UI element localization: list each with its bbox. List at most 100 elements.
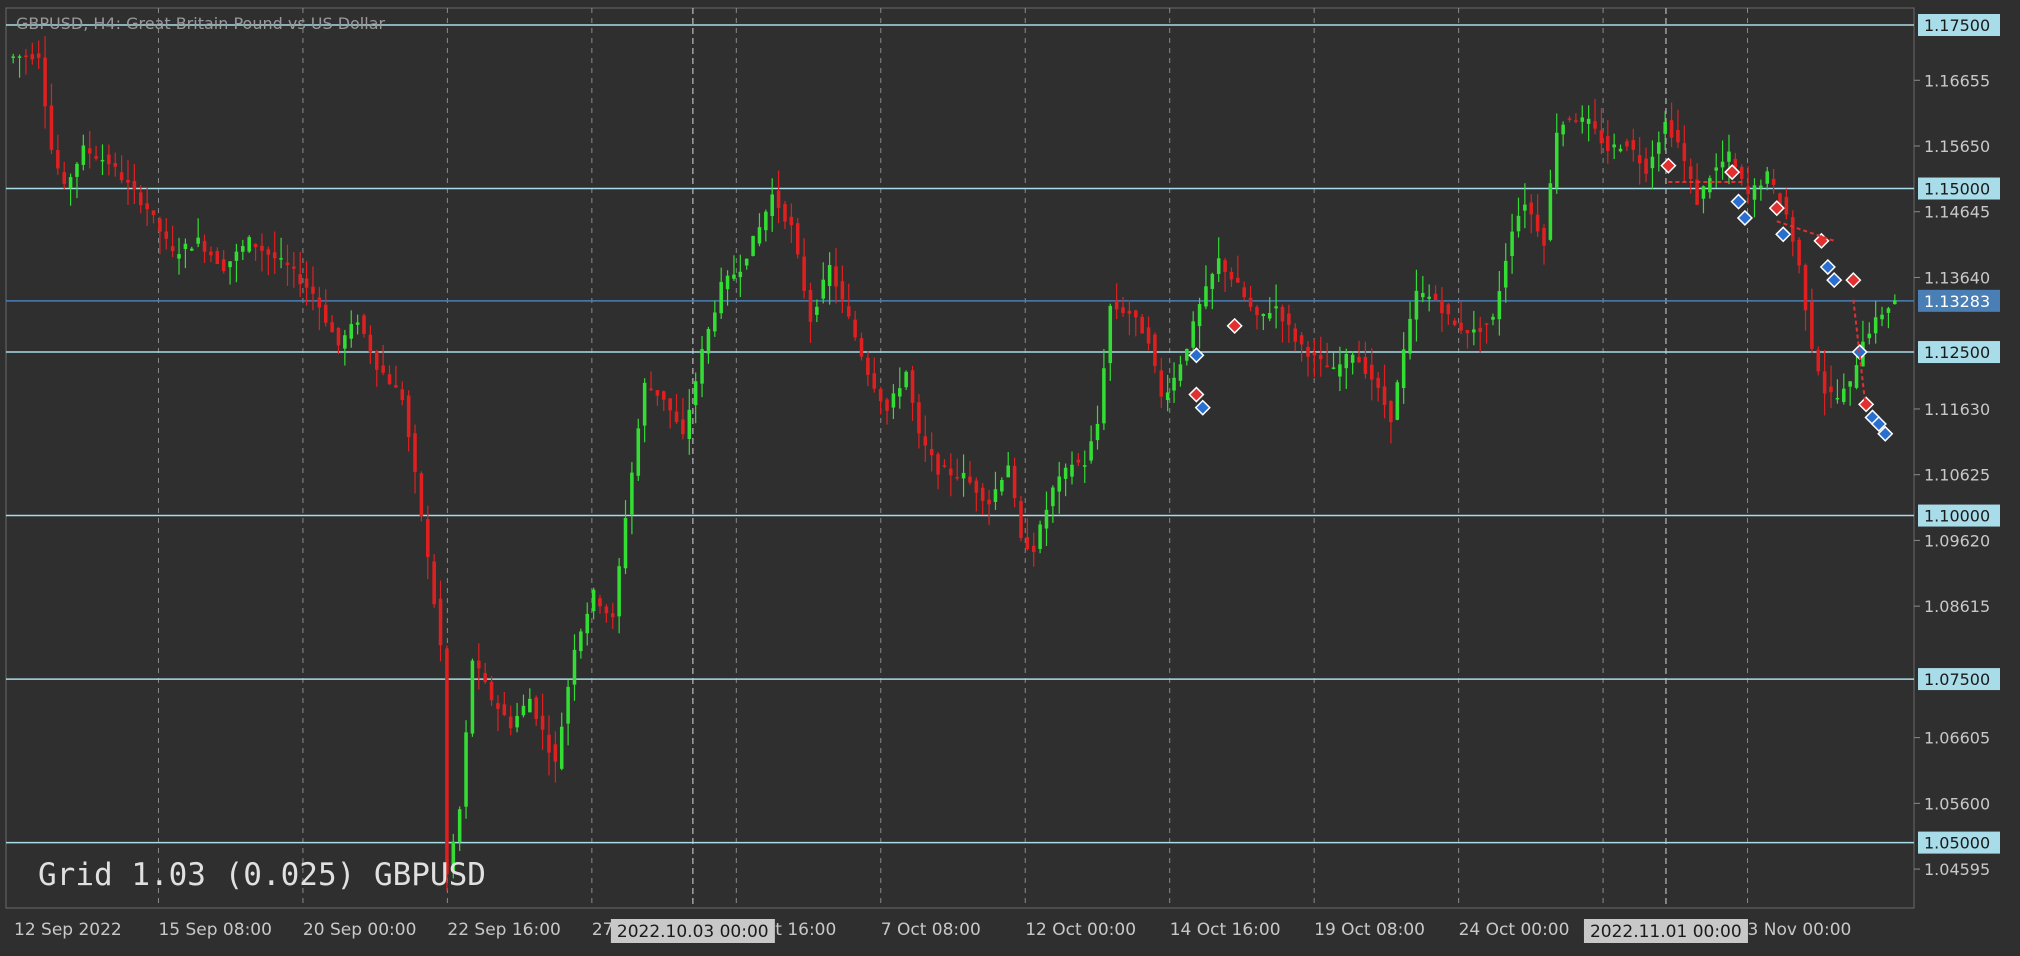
candle-body[interactable] <box>381 365 385 373</box>
candle-body[interactable] <box>821 279 826 299</box>
candle-body[interactable] <box>521 705 526 716</box>
candle-body[interactable] <box>1038 524 1042 549</box>
candle-body[interactable] <box>1006 465 1010 478</box>
candle-body[interactable] <box>1267 312 1272 319</box>
candle-body[interactable] <box>598 598 602 607</box>
candle-body[interactable] <box>126 179 130 183</box>
candle-body[interactable] <box>674 411 679 423</box>
candle-body[interactable] <box>1574 120 1578 122</box>
candle-body[interactable] <box>1204 286 1208 307</box>
candle-body[interactable] <box>228 261 232 268</box>
candle-body[interactable] <box>1873 317 1878 334</box>
candle-body[interactable] <box>929 448 934 456</box>
candle-body[interactable] <box>572 649 577 685</box>
candle-body[interactable] <box>1759 185 1763 188</box>
candle-body[interactable] <box>1727 151 1731 162</box>
candle-body[interactable] <box>1236 277 1240 283</box>
candle-body[interactable] <box>1370 364 1374 380</box>
candle-body[interactable] <box>732 274 736 279</box>
candle-body[interactable] <box>617 566 621 617</box>
candle-body[interactable] <box>1484 323 1489 325</box>
candle-body[interactable] <box>1472 329 1476 333</box>
candle-body[interactable] <box>1019 500 1023 539</box>
candle-body[interactable] <box>272 252 277 259</box>
candle-body[interactable] <box>477 660 481 669</box>
candle-body[interactable] <box>1835 398 1840 400</box>
candle-body[interactable] <box>426 519 430 557</box>
candle-body[interactable] <box>923 436 928 446</box>
candle-body[interactable] <box>413 433 417 472</box>
candle-body[interactable] <box>1523 204 1527 211</box>
candle-body[interactable] <box>1503 260 1508 288</box>
candle-body[interactable] <box>1057 476 1062 492</box>
candle-body[interactable] <box>815 306 819 315</box>
candle-body[interactable] <box>508 716 513 729</box>
candle-body[interactable] <box>649 388 653 391</box>
candle-body[interactable] <box>145 203 149 210</box>
candle-body[interactable] <box>285 262 290 266</box>
candle-body[interactable] <box>1076 459 1081 463</box>
candle-body[interactable] <box>795 223 800 255</box>
candle-body[interactable] <box>177 254 181 259</box>
candle-body[interactable] <box>1191 321 1195 348</box>
candle-body[interactable] <box>898 388 902 397</box>
candle-body[interactable] <box>1261 313 1266 317</box>
candle-body[interactable] <box>304 278 309 288</box>
candle-body[interactable] <box>75 163 79 177</box>
candle-body[interactable] <box>387 374 392 385</box>
candle-body[interactable] <box>1491 316 1495 320</box>
candle-body[interactable] <box>221 259 226 272</box>
candle-body[interactable] <box>1248 297 1253 307</box>
candle-body[interactable] <box>687 409 692 440</box>
candle-body[interactable] <box>655 390 660 396</box>
candle-body[interactable] <box>1606 136 1610 151</box>
candle-body[interactable] <box>1708 178 1712 193</box>
candle-body[interactable] <box>1478 327 1482 332</box>
candle-body[interactable] <box>374 351 379 370</box>
candle-body[interactable] <box>138 192 143 206</box>
candle-body[interactable] <box>610 613 615 618</box>
candle-body[interactable] <box>1063 467 1068 479</box>
candle-body[interactable] <box>1089 441 1093 461</box>
candle-body[interactable] <box>1165 392 1170 400</box>
candle-body[interactable] <box>56 150 60 169</box>
candle-body[interactable] <box>279 258 283 260</box>
candle-body[interactable] <box>81 145 86 165</box>
candle-body[interactable] <box>872 373 877 389</box>
candle-body[interactable] <box>1102 368 1106 424</box>
candle-body[interactable] <box>170 246 175 252</box>
candle-body[interactable] <box>1720 161 1725 168</box>
candle-body[interactable] <box>1829 386 1833 393</box>
candle-body[interactable] <box>11 56 15 58</box>
candle-body[interactable] <box>1625 141 1629 147</box>
candle-body[interactable] <box>1452 320 1457 325</box>
candle-body[interactable] <box>623 517 628 569</box>
candle-body[interactable] <box>151 210 156 216</box>
candle-body[interactable] <box>1848 381 1852 387</box>
candle-body[interactable] <box>234 251 239 261</box>
candle-body[interactable] <box>1637 155 1642 164</box>
candle-body[interactable] <box>910 370 915 403</box>
candle-body[interactable] <box>1070 464 1074 477</box>
candle-body[interactable] <box>1216 258 1221 274</box>
candle-body[interactable] <box>1408 318 1412 354</box>
candle-body[interactable] <box>489 681 494 701</box>
candle-body[interactable] <box>1082 465 1087 467</box>
candle-body[interactable] <box>642 382 647 426</box>
candle-body[interactable] <box>1784 196 1789 215</box>
candle-body[interactable] <box>94 156 98 159</box>
candle-body[interactable] <box>164 231 169 239</box>
candle-body[interactable] <box>1338 364 1342 377</box>
candle-body[interactable] <box>158 218 162 232</box>
candle-body[interactable] <box>266 249 271 255</box>
chart-window[interactable]: 1.16655 1.15650 1.14645 1.13640 1.11630 1.106… <box>0 0 2020 956</box>
candle-body[interactable] <box>1631 140 1636 150</box>
candle-body[interactable] <box>1255 307 1259 316</box>
candle-body[interactable] <box>1663 121 1667 134</box>
candle-body[interactable] <box>1012 465 1017 499</box>
candle-body[interactable] <box>668 398 672 411</box>
candle-body[interactable] <box>1159 370 1164 397</box>
candle-body[interactable] <box>241 246 245 252</box>
candle-body[interactable] <box>846 306 851 317</box>
candle-body[interactable] <box>107 154 111 165</box>
